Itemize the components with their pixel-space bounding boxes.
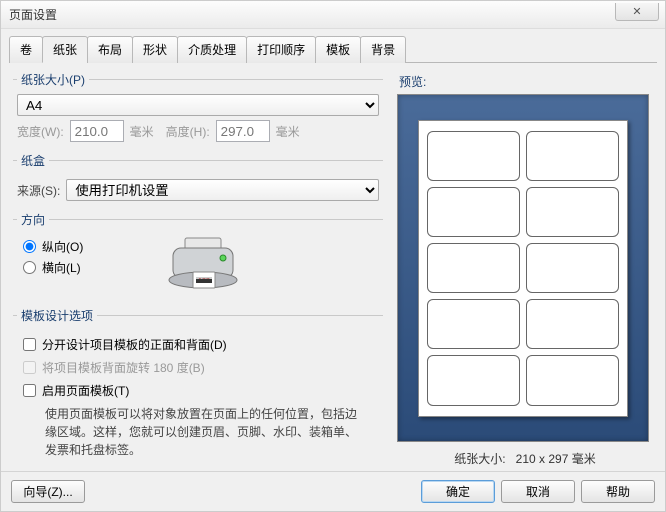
dialog-title: 页面设置 <box>9 6 57 23</box>
landscape-radio[interactable] <box>23 261 36 274</box>
enable-page-template-label: 启用页面模板(T) <box>42 382 129 399</box>
close-icon: ✕ <box>632 5 641 18</box>
preview-frame <box>397 94 649 442</box>
dialog-body: 卷 纸张 布局 形状 介质处理 打印顺序 模板 背景 纸张大小(P) A4 宽度… <box>1 29 665 496</box>
tab-media[interactable]: 介质处理 <box>177 36 247 63</box>
rotate-back-checkbox <box>23 361 36 374</box>
tab-shape[interactable]: 形状 <box>132 36 178 63</box>
info-paper-size-label: 纸张大小: <box>454 452 505 466</box>
close-button[interactable]: ✕ <box>615 3 659 21</box>
source-select[interactable]: 使用打印机设置 <box>66 179 379 201</box>
button-label: 确定 <box>446 485 470 499</box>
rotate-back-label: 将项目模板背面旋转 180 度(B) <box>42 359 205 376</box>
preview-label-cell <box>427 131 520 181</box>
titlebar: 页面设置 ✕ <box>1 1 665 29</box>
height-input[interactable] <box>216 120 270 142</box>
landscape-label: 横向(L) <box>42 259 81 276</box>
tray-legend: 纸盒 <box>17 152 49 169</box>
ok-button[interactable]: 确定 <box>421 480 495 503</box>
tab-label: 纸张 <box>53 43 77 57</box>
height-unit: 毫米 <box>276 123 300 140</box>
content-area: 纸张大小(P) A4 宽度(W): 毫米 高度(H): 毫米 纸盒 <box>9 67 657 488</box>
portrait-label: 纵向(O) <box>42 238 83 255</box>
width-label: 宽度(W): <box>17 123 64 140</box>
button-label: 取消 <box>526 485 550 499</box>
template-options-legend: 模板设计选项 <box>17 307 97 324</box>
paper-size-group: 纸张大小(P) A4 宽度(W): 毫米 高度(H): 毫米 <box>13 71 383 150</box>
width-input[interactable] <box>70 120 124 142</box>
tab-print-order[interactable]: 打印顺序 <box>246 36 316 63</box>
cancel-button[interactable]: 取消 <box>501 480 575 503</box>
tab-label: 布局 <box>98 43 122 57</box>
preview-label-cell <box>526 299 619 349</box>
preview-label-cell <box>526 131 619 181</box>
template-options-group: 模板设计选项 分开设计项目模板的正面和背面(D) 将项目模板背面旋转 180 度… <box>13 307 383 467</box>
left-column: 纸张大小(P) A4 宽度(W): 毫米 高度(H): 毫米 纸盒 <box>9 67 387 488</box>
button-label: 帮助 <box>606 485 630 499</box>
wizard-button[interactable]: 向导(Z)... <box>11 480 85 503</box>
tab-label: 模板 <box>326 43 350 57</box>
tab-label: 卷 <box>20 43 32 57</box>
page-setup-dialog: 页面设置 ✕ 卷 纸张 布局 形状 介质处理 打印顺序 模板 背景 纸张大小(P… <box>0 0 666 512</box>
preview-label-cell <box>526 355 619 405</box>
tab-label: 背景 <box>371 43 395 57</box>
dialog-footer: 向导(Z)... 确定 取消 帮助 <box>1 471 665 511</box>
paper-size-legend: 纸张大小(P) <box>17 71 89 88</box>
tab-label: 打印顺序 <box>257 43 305 57</box>
orientation-legend: 方向 <box>17 211 49 228</box>
info-paper-size-value: 210 x 297 毫米 <box>516 452 596 466</box>
tab-label: 介质处理 <box>188 43 236 57</box>
tab-roll[interactable]: 卷 <box>9 36 43 63</box>
preview-label-cell <box>427 187 520 237</box>
height-label: 高度(H): <box>166 123 210 140</box>
tab-label: 形状 <box>143 43 167 57</box>
paper-size-select[interactable]: A4 <box>17 94 379 116</box>
printer-icon: 123 <box>163 234 243 297</box>
preview-page <box>418 120 628 417</box>
tray-group: 纸盒 来源(S): 使用打印机设置 <box>13 152 383 209</box>
enable-page-template-checkbox[interactable] <box>23 384 36 397</box>
orientation-group: 方向 纵向(O) 横向(L) <box>13 211 383 305</box>
separate-front-back-checkbox[interactable] <box>23 338 36 351</box>
portrait-radio[interactable] <box>23 240 36 253</box>
preview-label-cell <box>526 243 619 293</box>
right-column: 预览: <box>397 67 657 488</box>
template-description: 使用页面模板可以将对象放置在页面上的任何位置，包括边缘区域。这样，您就可以创建页… <box>45 405 365 459</box>
preview-label-cell <box>427 243 520 293</box>
help-button[interactable]: 帮助 <box>581 480 655 503</box>
tab-template[interactable]: 模板 <box>315 36 361 63</box>
tab-paper[interactable]: 纸张 <box>42 36 88 63</box>
preview-label: 预览: <box>399 73 653 90</box>
tab-background[interactable]: 背景 <box>360 36 406 63</box>
separate-front-back-label: 分开设计项目模板的正面和背面(D) <box>42 336 227 353</box>
preview-label-cell <box>526 187 619 237</box>
preview-label-cell <box>427 355 520 405</box>
button-label: 向导(Z)... <box>23 485 72 499</box>
width-unit: 毫米 <box>130 123 154 140</box>
preview-label-cell <box>427 299 520 349</box>
tab-strip: 卷 纸张 布局 形状 介质处理 打印顺序 模板 背景 <box>9 35 657 63</box>
source-label: 来源(S): <box>17 182 60 199</box>
tab-layout[interactable]: 布局 <box>87 36 133 63</box>
